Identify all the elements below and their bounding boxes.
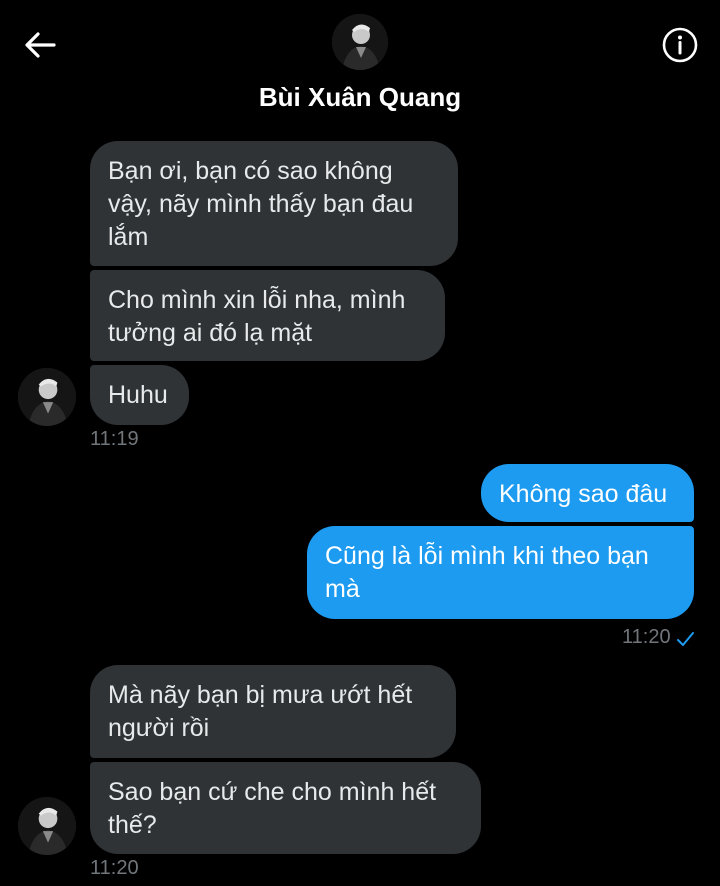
contact-avatar[interactable] [332, 14, 388, 70]
message-timestamp: 11:20 [90, 857, 139, 879]
message-bubble-outgoing[interactable]: Cũng là lỗi mình khi theo bạn mà [307, 526, 694, 619]
message-text: Cũng là lỗi mình khi theo bạn mà [325, 542, 649, 603]
conversation-header: Bùi Xuân Quang [0, 0, 720, 130]
message-bubble-outgoing[interactable]: Không sao đâu [481, 464, 694, 522]
check-icon [677, 632, 694, 646]
message-timestamp: 11:19 [90, 428, 139, 450]
message-text: Mà nãy bạn bị mưa ướt hết người rồi [108, 681, 413, 742]
back-button[interactable] [20, 25, 60, 65]
message-text: Bạn ơi, bạn có sao không vậy, nãy mình t… [108, 157, 414, 251]
avatar-image [332, 14, 388, 70]
sender-avatar[interactable] [18, 368, 76, 426]
avatar-image [18, 368, 76, 426]
info-button[interactable] [660, 25, 700, 65]
message-text: Sao bạn cứ che cho mình hết thế? [108, 778, 437, 839]
info-icon [662, 27, 698, 63]
message-bubble-incoming[interactable]: Bạn ơi, bạn có sao không vậy, nãy mình t… [90, 141, 458, 266]
sender-avatar[interactable] [18, 797, 76, 855]
message-bubble-incoming[interactable]: Mà nãy bạn bị mưa ướt hết người rồi [90, 665, 456, 758]
message-text: Cho mình xin lỗi nha, mình tưởng ai đó l… [108, 286, 406, 347]
contact-name[interactable]: Bùi Xuân Quang [0, 82, 720, 113]
message-bubble-incoming[interactable]: Sao bạn cứ che cho mình hết thế? [90, 762, 481, 854]
avatar-image [18, 797, 76, 855]
arrow-left-icon [25, 32, 56, 58]
message-text: Huhu [108, 381, 168, 409]
message-bubble-incoming[interactable]: Cho mình xin lỗi nha, mình tưởng ai đó l… [90, 270, 445, 361]
message-timestamp: 11:20 [622, 626, 671, 648]
message-text: Không sao đâu [499, 480, 668, 508]
message-bubble-incoming[interactable]: Huhu [90, 365, 189, 425]
